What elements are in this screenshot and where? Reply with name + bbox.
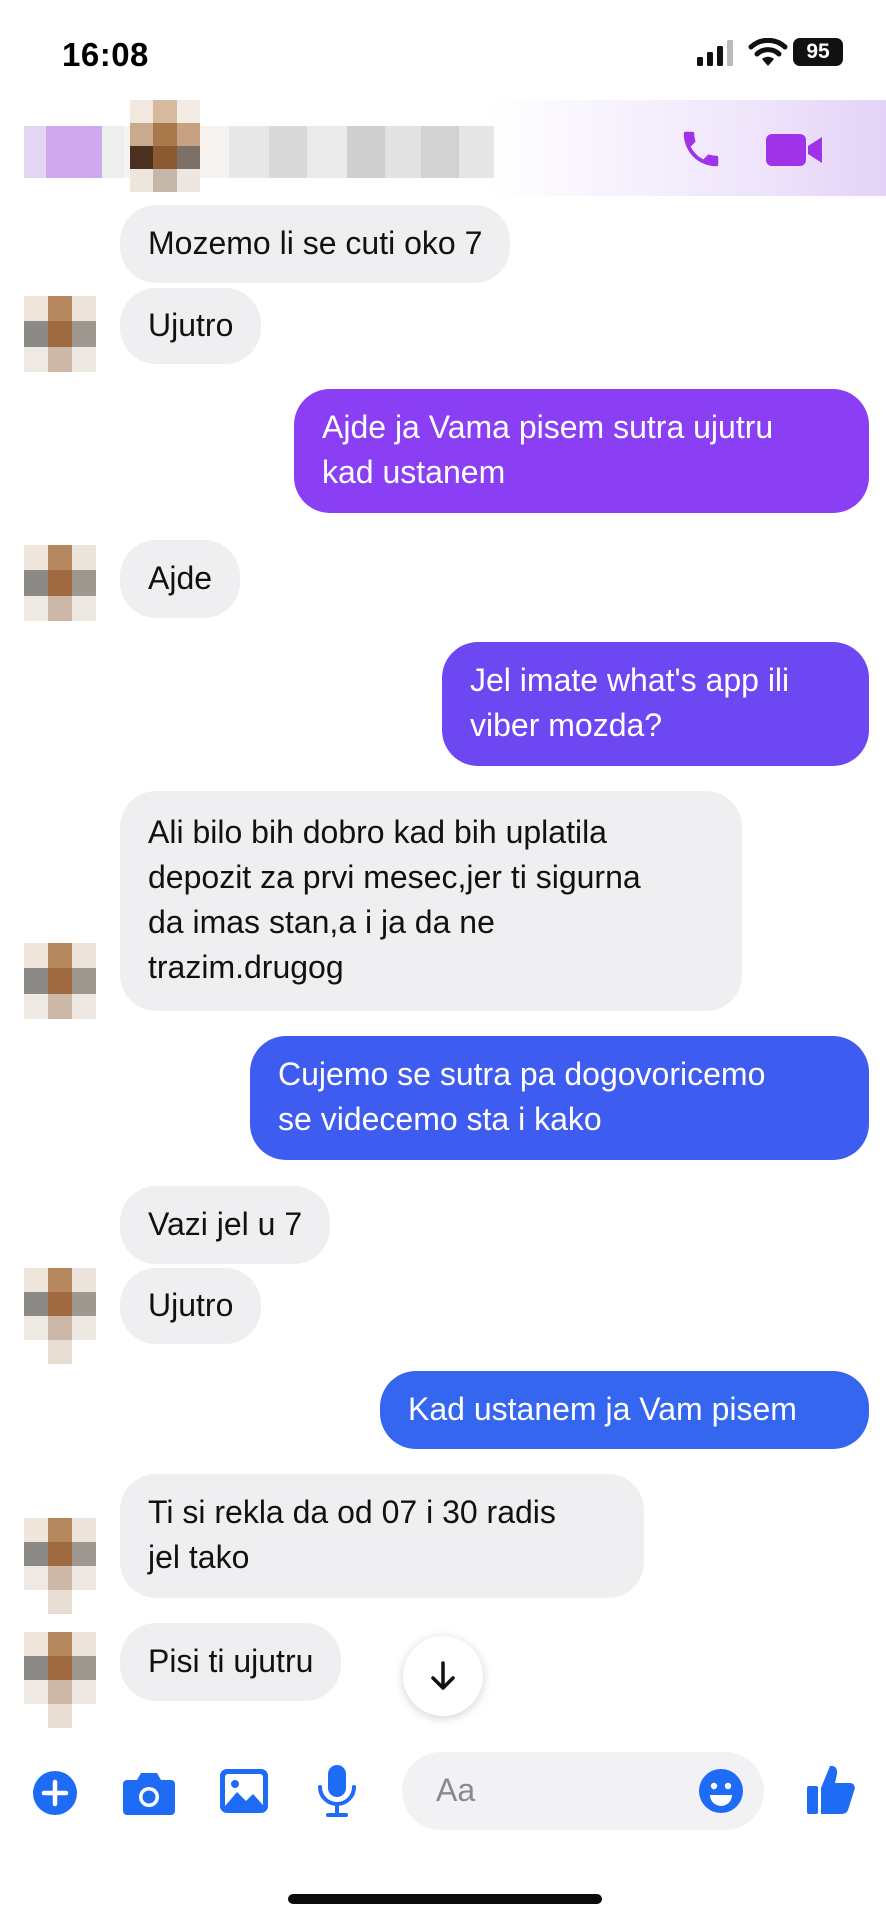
- status-bar: 16:08 95: [0, 0, 886, 110]
- message-bubble-outgoing[interactable]: Jel imate what's app ili viber mozda?: [442, 642, 869, 766]
- status-time: 16:08: [62, 36, 149, 73]
- message-bubble-incoming[interactable]: Mozemo li se cuti oko 7: [120, 205, 511, 283]
- phone-icon[interactable]: [678, 126, 724, 172]
- message-bubble-incoming[interactable]: Ujutro: [120, 1268, 262, 1344]
- signal-icon: [697, 40, 733, 66]
- plus-icon[interactable]: [32, 1770, 78, 1816]
- contact-avatar-small[interactable]: [24, 545, 96, 621]
- thumbs-up-icon[interactable]: [806, 1762, 856, 1816]
- message-bubble-incoming[interactable]: Ujutro: [120, 288, 262, 364]
- contact-avatar-small[interactable]: [24, 943, 96, 1019]
- message-bubble-incoming[interactable]: Ti si rekla da od 07 i 30 radis jel tako: [120, 1474, 644, 1598]
- message-bubble-outgoing[interactable]: Ajde ja Vama pisem sutra ujutru kad usta…: [294, 389, 869, 513]
- message-bubble-outgoing[interactable]: Cujemo se sutra pa dogovoricemo se videc…: [250, 1036, 869, 1160]
- battery-indicator: 95: [793, 38, 843, 66]
- camera-icon[interactable]: [122, 1770, 176, 1816]
- message-input[interactable]: Aa: [402, 1752, 764, 1830]
- video-camera-icon[interactable]: [764, 130, 824, 170]
- contact-avatar[interactable]: [130, 100, 200, 192]
- contact-avatar-small[interactable]: [24, 1632, 96, 1728]
- contact-avatar-small[interactable]: [24, 296, 96, 372]
- message-bubble-incoming[interactable]: Pisi ti ujutru: [120, 1623, 342, 1701]
- home-indicator: [288, 1894, 602, 1904]
- message-input-placeholder: Aa: [436, 1772, 476, 1808]
- message-bubble-incoming[interactable]: Ali bilo bih dobro kad bih uplatila depo…: [120, 791, 742, 1011]
- wifi-icon: [748, 38, 788, 66]
- microphone-icon[interactable]: [316, 1764, 358, 1818]
- scroll-to-bottom-button[interactable]: [403, 1636, 483, 1716]
- contact-avatar-small[interactable]: [24, 1268, 96, 1364]
- arrow-down-icon: [431, 1661, 455, 1690]
- message-bubble-incoming[interactable]: Ajde: [120, 540, 241, 618]
- image-icon[interactable]: [219, 1768, 269, 1814]
- message-bubble-outgoing[interactable]: Kad ustanem ja Vam pisem: [380, 1371, 869, 1449]
- message-bubble-incoming[interactable]: Vazi jel u 7: [120, 1186, 331, 1264]
- contact-name-blurred[interactable]: [24, 126, 494, 178]
- contact-avatar-small[interactable]: [24, 1518, 96, 1614]
- emoji-icon[interactable]: [698, 1768, 744, 1814]
